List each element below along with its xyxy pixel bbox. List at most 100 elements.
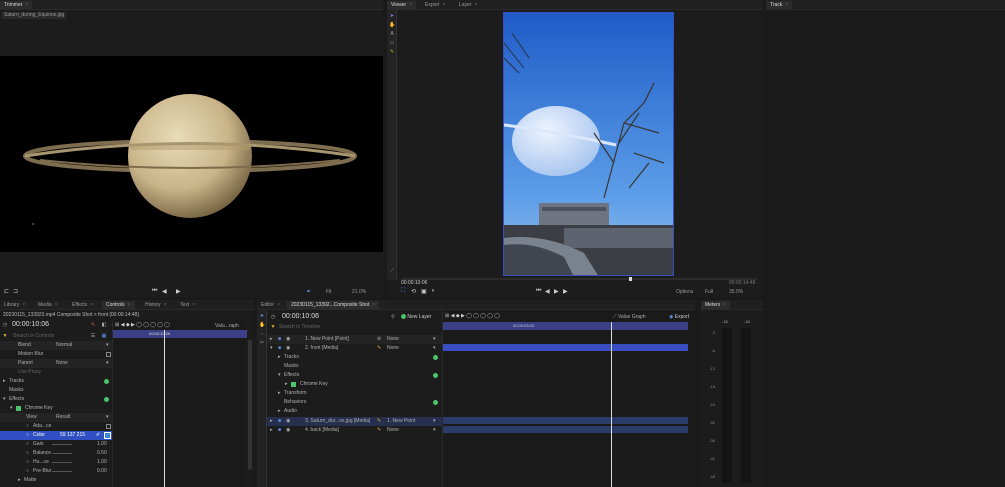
zoom-dropdown[interactable]: 21.0% [352, 289, 366, 295]
pen-icon[interactable]: ✎ [377, 426, 381, 435]
layer-blend[interactable]: None [387, 344, 399, 353]
row-tracks[interactable]: ▸ Tracks [0, 377, 112, 386]
close-icon[interactable]: × [164, 302, 167, 308]
inspector-playhead[interactable] [164, 330, 165, 487]
keyframe-icon[interactable]: ○ [26, 440, 29, 449]
pre-blur-slider[interactable] [52, 471, 72, 472]
close-icon[interactable]: × [372, 302, 375, 308]
visibility-icon[interactable]: ◉ [286, 344, 290, 353]
close-icon[interactable]: × [409, 2, 412, 8]
close-icon[interactable]: × [128, 302, 131, 308]
disclosure-icon[interactable]: ▾ [10, 404, 13, 413]
timeline-search-input[interactable]: Search in Timeline [279, 323, 429, 331]
visibility-icon[interactable]: ◉ [286, 417, 290, 426]
close-icon[interactable]: × [723, 302, 726, 308]
timeline-playhead[interactable] [611, 322, 612, 487]
close-icon[interactable]: × [192, 302, 195, 308]
pen-icon[interactable]: ✎ [90, 322, 96, 328]
select-tool-icon[interactable]: ➤ [389, 13, 395, 19]
layer-row[interactable]: ▸ Transform [267, 389, 442, 398]
list-icon[interactable]: ☰ [90, 333, 96, 339]
mark-out-icon[interactable]: ⊐ [13, 288, 18, 295]
full-dropdown[interactable]: Full [705, 289, 713, 295]
row-parent-value[interactable]: None [56, 359, 68, 368]
disclosure-icon[interactable]: ▸ [3, 377, 6, 386]
visibility-icon[interactable]: ◉ [286, 426, 290, 435]
value-graph-button[interactable]: Valu...raph [215, 323, 239, 329]
row-color[interactable]: ○ Color 59 137 215 ✐ [0, 431, 112, 440]
behaviors-enable-icon[interactable] [433, 400, 438, 405]
filter-icon[interactable]: ▼ [270, 324, 276, 330]
row-color-value[interactable]: 59 137 215 [60, 431, 85, 440]
slip-tool-icon[interactable]: ⇔ [259, 331, 265, 337]
magnet-icon[interactable]: ⟋ [389, 268, 395, 274]
layer-row[interactable]: ▸ Chrome Key [267, 380, 442, 389]
disclosure-icon[interactable]: ▾ [270, 344, 273, 353]
tab-effects[interactable]: Effects × [68, 301, 97, 309]
hue-slider[interactable] [52, 462, 72, 463]
close-icon[interactable]: × [55, 302, 58, 308]
row-adaptive[interactable]: ○ Ada...ce [0, 422, 112, 431]
effects-enable-icon[interactable] [104, 397, 109, 402]
layer-row[interactable]: ▸ ■ ◉ 1. New Point [Point] ⊘ None ▾ [267, 335, 442, 344]
keyframe-icon[interactable]: ○ [26, 458, 29, 467]
tab-export[interactable]: Export × [421, 1, 449, 9]
close-icon[interactable]: × [90, 302, 93, 308]
disclosure-icon[interactable]: ▸ [278, 407, 281, 416]
fit-dropdown[interactable]: Fit [326, 289, 332, 295]
row-view-value[interactable]: Result [56, 413, 70, 422]
motion-blur-checkbox[interactable] [106, 352, 111, 357]
keyframe-nav-icons[interactable]: ⊞ ◀ ◆ ▶ ◯ ◯ ◯ ◯ ◯ [445, 313, 500, 319]
layer-row[interactable]: ▸ Audio [267, 407, 442, 416]
row-pre-blur[interactable]: ○ Pre-Blur 0.00 [0, 467, 112, 476]
balance-slider[interactable] [52, 453, 72, 454]
select-tool-icon[interactable]: ➤ [259, 313, 265, 319]
tab-layer[interactable]: Layer × [455, 1, 481, 9]
dropdown-icon[interactable]: ▾ [433, 344, 436, 353]
pen-icon[interactable]: ✎ [377, 344, 381, 353]
text-tool-icon[interactable]: A [389, 31, 395, 37]
clip-saturn[interactable] [443, 417, 688, 424]
layer-row[interactable]: ▸ ■ ◉ 4. back [Media] ✎ None ▾ [267, 426, 442, 435]
grid-icon[interactable]: ▦ [101, 333, 107, 339]
disclosure-icon[interactable]: ▸ [18, 476, 21, 485]
row-parent[interactable]: Parent None ▾ [0, 359, 112, 368]
layer-row[interactable]: ▸ ■ ◉ 3. Saturn_dur...ox.jpg [Media] ✎ 1… [267, 417, 442, 426]
layer-row[interactable]: Behaviors [267, 398, 442, 407]
row-masks[interactable]: Masks [0, 386, 112, 395]
eyedropper-icon[interactable]: ✐ [96, 431, 100, 440]
row-use-proxy[interactable]: Use Proxy [0, 368, 112, 377]
layer-blend[interactable]: None [387, 426, 399, 435]
tab-history[interactable]: History × [141, 301, 170, 309]
binoculars-icon[interactable]: ⚭ [306, 288, 311, 295]
disclosure-icon[interactable]: ▸ [278, 389, 281, 398]
new-layer-button[interactable]: New Layer [401, 314, 431, 320]
keyframe-icon[interactable]: ○ [26, 422, 29, 431]
tab-media[interactable]: Media × [34, 301, 62, 309]
effects-enable-icon[interactable] [433, 373, 438, 378]
chrome-key-checkbox[interactable] [16, 406, 21, 411]
layout-icon[interactable]: ◧ [101, 322, 107, 328]
layer-row[interactable]: Masks [267, 362, 442, 371]
loop-icon[interactable]: ⟲ [411, 288, 416, 295]
tracks-enable-icon[interactable] [433, 355, 438, 360]
tab-editor[interactable]: Editor × [257, 301, 284, 309]
close-icon[interactable]: × [22, 302, 25, 308]
play-icon[interactable]: ▶ [176, 288, 181, 295]
keyframe-icon[interactable]: ○ [26, 449, 29, 458]
row-blend[interactable]: Blend Normal ▾ [0, 341, 112, 350]
lock-icon[interactable]: ⊘ [377, 335, 381, 344]
keyframe-icon[interactable]: ○ [26, 467, 29, 476]
row-hue[interactable]: ○ Hu...ce 1.00 [0, 458, 112, 467]
inspector-scrollbar[interactable] [248, 340, 252, 470]
row-pre-blur-value[interactable]: 0.00 [97, 467, 107, 476]
camera-icon[interactable]: ▣ [421, 288, 427, 295]
tab-text[interactable]: Text × [176, 301, 199, 309]
layer-row[interactable]: ▾ Effects [267, 371, 442, 380]
disclosure-icon[interactable]: ▾ [3, 395, 6, 404]
dropdown-icon[interactable]: ▾ [433, 335, 436, 344]
row-blend-value[interactable]: Normal [56, 341, 72, 350]
keyframe-icon[interactable]: ○ [26, 431, 29, 440]
dropdown-icon[interactable]: ▾ [433, 417, 436, 426]
row-motion-blur[interactable]: Motion Blur [0, 350, 112, 359]
